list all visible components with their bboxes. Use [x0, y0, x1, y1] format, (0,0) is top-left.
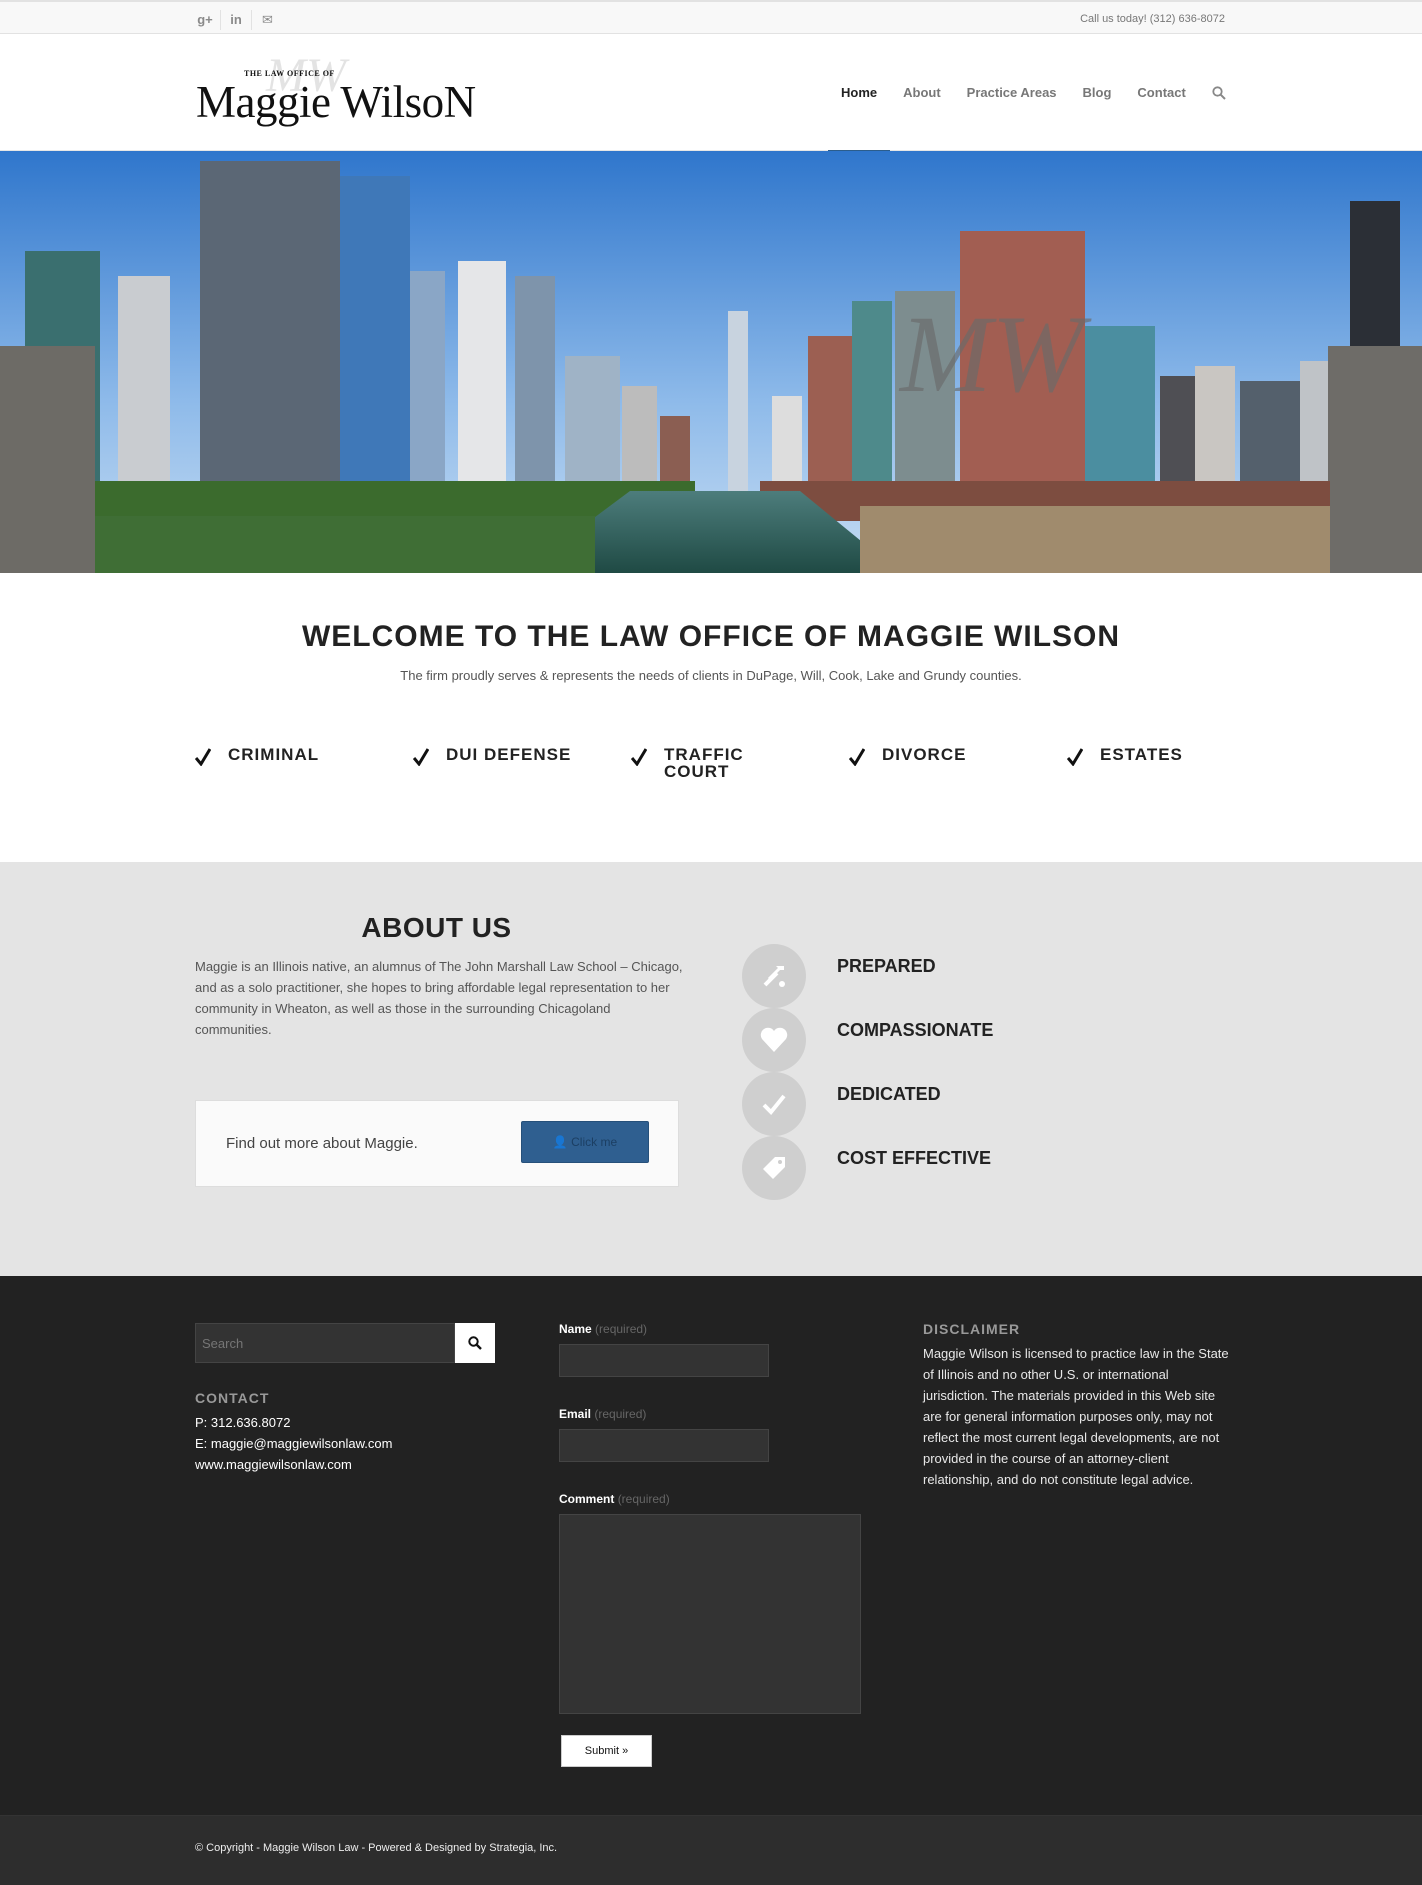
footer-contact: CONTACT P: 312.636.8072 E: maggie@maggie… — [195, 1390, 392, 1475]
practice-area-item: CRIMINAL — [195, 746, 413, 780]
logo-name: Maggie WilsoN — [196, 77, 476, 127]
site-footer: CONTACT P: 312.636.8072 E: maggie@maggie… — [0, 1276, 1422, 1815]
social-icons: g+ in ✉ — [190, 10, 283, 30]
feature-item: COMPASSIONATE — [742, 1008, 1122, 1072]
hero-watermark: MW — [898, 293, 1092, 415]
about-callout: Find out more about Maggie. 👤 Click me — [195, 1100, 679, 1187]
practice-areas: CRIMINAL DUI DEFENSE TRAFFIC COURT DIVOR… — [195, 746, 1285, 780]
feature-label: PREPARED — [837, 956, 936, 976]
welcome-subtitle: The firm proudly serves & represents the… — [400, 668, 1022, 683]
main-nav: Home About Practice Areas Blog Contact — [828, 34, 1239, 152]
practice-area-label: DUI DEFENSE — [446, 745, 572, 764]
checkmark-icon — [631, 748, 647, 766]
feature-item: DEDICATED — [742, 1072, 1122, 1136]
about-section: ABOUT US Maggie is an Illinois native, a… — [0, 862, 1422, 1276]
submit-button[interactable]: Submit » — [561, 1735, 652, 1767]
disclaimer-text: Maggie Wilson is licensed to practice la… — [923, 1346, 1229, 1487]
comment-field[interactable] — [559, 1514, 861, 1714]
linkedin-icon[interactable]: in — [221, 10, 252, 30]
contact-phone: P: 312.636.8072 — [195, 1415, 291, 1430]
checkmark-icon — [849, 748, 865, 766]
practice-area-item: TRAFFIC COURT — [631, 746, 849, 780]
checkmark-icon — [195, 748, 211, 766]
comment-label: Comment (required) — [559, 1492, 670, 1506]
nav-blog[interactable]: Blog — [1070, 34, 1125, 151]
feature-label: COMPASSIONATE — [837, 1020, 994, 1040]
socket-bar: © Copyright - Maggie Wilson Law - Powere… — [0, 1815, 1422, 1885]
feature-label: COST EFFECTIVE — [837, 1148, 992, 1168]
chicago-skyline-illustration: MW — [0, 151, 1422, 573]
mail-icon[interactable]: ✉ — [252, 10, 283, 30]
google-plus-icon[interactable]: g+ — [190, 10, 221, 30]
site-header: MW THE LAW OFFICE OF Maggie WilsoN Home … — [0, 34, 1422, 152]
about-text: Maggie is an Illinois native, an alumnus… — [195, 959, 683, 1037]
nav-practice-areas[interactable]: Practice Areas — [954, 34, 1070, 151]
footer-search — [195, 1323, 495, 1363]
tools-icon — [742, 944, 806, 1008]
contact-form: Name (required) Email (required) Comment… — [559, 1322, 861, 1767]
phone-info: Call us today! (312) 636-8072 — [1080, 13, 1225, 25]
welcome-title: WELCOME TO THE LAW OFFICE OF MAGGIE WILS… — [301, 620, 1121, 653]
search-button[interactable] — [455, 1323, 495, 1363]
email-label: Email (required) — [559, 1407, 647, 1421]
search-input[interactable] — [195, 1323, 455, 1363]
feature-item: PREPARED — [742, 944, 1122, 1008]
search-icon — [468, 1336, 482, 1350]
nav-about[interactable]: About — [890, 34, 954, 151]
practice-area-label: TRAFFIC COURT — [664, 745, 744, 781]
contact-email[interactable]: E: maggie@maggiewilsonlaw.com — [195, 1433, 392, 1454]
name-field[interactable] — [559, 1344, 769, 1377]
about-title: ABOUT US — [361, 912, 512, 943]
top-bar: g+ in ✉ Call us today! (312) 636-8072 — [0, 0, 1422, 34]
hero-image: MW — [0, 151, 1422, 573]
nav-contact[interactable]: Contact — [1124, 34, 1198, 151]
heart-icon — [742, 1008, 806, 1072]
practice-area-label: ESTATES — [1100, 745, 1183, 764]
click-me-button[interactable]: 👤 Click me — [521, 1121, 649, 1163]
name-label: Name (required) — [559, 1322, 648, 1336]
practice-area-item: DUI DEFENSE — [413, 746, 631, 780]
footer-disclaimer: DISCLAIMER Maggie Wilson is licensed to … — [923, 1321, 1235, 1490]
email-field[interactable] — [559, 1429, 769, 1462]
feature-item: COST EFFECTIVE — [742, 1136, 1122, 1200]
callout-text: Find out more about Maggie. — [226, 1135, 418, 1152]
search-icon[interactable] — [1199, 34, 1239, 151]
practice-area-item: ESTATES — [1067, 746, 1285, 780]
check-icon — [742, 1072, 806, 1136]
site-logo[interactable]: MW THE LAW OFFICE OF Maggie WilsoN — [196, 49, 476, 131]
contact-heading: CONTACT — [195, 1390, 270, 1406]
disclaimer-heading: DISCLAIMER — [923, 1321, 1021, 1337]
user-icon: 👤 — [552, 1135, 568, 1149]
practice-area-label: CRIMINAL — [228, 745, 320, 764]
contact-website[interactable]: www.maggiewilsonlaw.com — [195, 1454, 392, 1475]
copyright-text: © Copyright - Maggie Wilson Law - Powere… — [195, 1842, 558, 1854]
checkmark-icon — [1067, 748, 1083, 766]
practice-area-item: DIVORCE — [849, 746, 1067, 780]
checkmark-icon — [413, 748, 429, 766]
nav-home[interactable]: Home — [828, 34, 891, 152]
feature-label: DEDICATED — [837, 1084, 941, 1104]
click-me-label: Click me — [571, 1135, 618, 1149]
practice-area-label: DIVORCE — [882, 745, 967, 764]
tag-icon — [742, 1136, 806, 1200]
